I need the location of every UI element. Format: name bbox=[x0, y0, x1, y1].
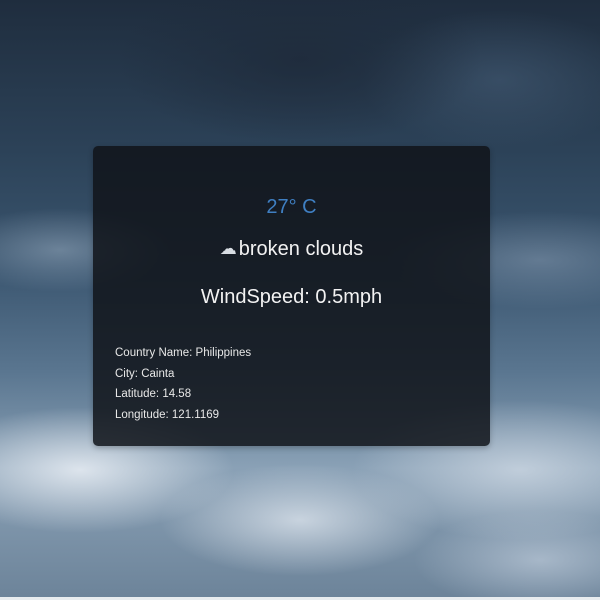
city-name: City: Cainta bbox=[115, 367, 175, 380]
condition-row: ☁ broken clouds bbox=[93, 238, 490, 261]
latitude: Latitude: 14.58 bbox=[115, 388, 192, 400]
temperature: 27° C bbox=[266, 196, 317, 218]
wind-speed: WindSpeed: 0.5mph bbox=[200, 286, 383, 308]
country-name: Country Name: Philippines bbox=[115, 347, 252, 359]
weather-card: 27° C ☁ broken clouds WindSpeed: 0.5mph C… bbox=[93, 146, 490, 446]
location-details: Country Name: Philippines City: Cainta L… bbox=[115, 343, 251, 425]
weather-condition: broken clouds bbox=[238, 238, 364, 260]
cloud-icon: ☁ bbox=[219, 239, 237, 258]
longitude: Longitude: 121.1169 bbox=[115, 408, 220, 421]
